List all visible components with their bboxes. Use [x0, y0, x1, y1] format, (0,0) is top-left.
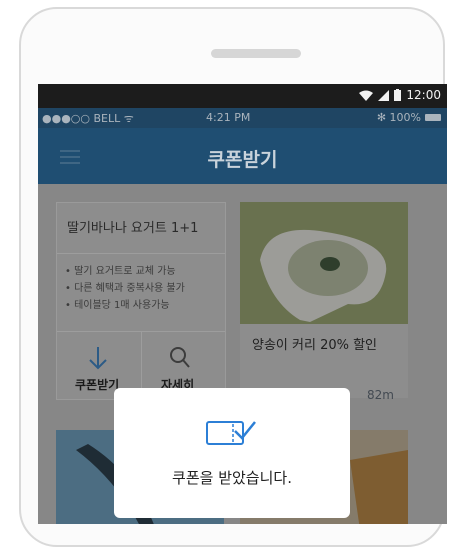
store-card[interactable]: 양송이 커리 20% 할인 82m: [240, 202, 408, 402]
battery-icon: [394, 89, 402, 101]
download-arrow-icon[interactable]: [89, 346, 107, 370]
search-icon[interactable]: [169, 346, 191, 370]
dialog-message: 쿠폰을 받았습니다.: [172, 469, 292, 487]
battery-mini-icon: [425, 114, 441, 121]
page-title: 쿠폰받기: [207, 149, 278, 171]
condition-item: • 테이블당 1매 사용가능: [65, 300, 170, 311]
app-bar: 쿠폰받기: [38, 128, 447, 184]
coupon-conditions: • 딸기 요거트로 교체 가능 • 다른 혜택과 중복사용 불가 • 테이블당 …: [65, 263, 185, 314]
coupon-card: 딸기바나나 요거트 1+1 • 딸기 요거트로 교체 가능 • 다른 혜택과 중…: [56, 202, 226, 400]
coupon-title: 딸기바나나 요거트 1+1: [67, 221, 199, 236]
distance-label: 82m: [367, 388, 394, 402]
ios-battery: ✻ 100%: [377, 111, 441, 124]
coupon-received-dialog: 쿠폰을 받았습니다.: [114, 388, 350, 518]
ios-status-bar: ●●●○○ BELL ᯤ 4:21 PM ✻ 100%: [38, 108, 447, 128]
divider: [57, 253, 225, 254]
wifi-icon: [359, 90, 374, 101]
android-clock: 12:00: [406, 88, 441, 102]
android-status-bar: 12:00: [38, 84, 447, 108]
signal-icon: [378, 89, 390, 101]
condition-item: • 딸기 요거트로 교체 가능: [65, 266, 176, 277]
condition-item: • 다른 혜택과 중복사용 불가: [65, 283, 185, 294]
speaker-grille: [211, 49, 301, 58]
store-title: 양송이 커리 20% 할인: [252, 338, 378, 353]
ios-clock: 4:21 PM: [206, 111, 251, 124]
get-coupon-button[interactable]: 쿠폰받기: [75, 376, 119, 393]
curry-dish-image: [240, 202, 408, 324]
carrier-label: ●●●○○ BELL ᯤ: [42, 112, 134, 125]
battery-percent: ✻ 100%: [376, 111, 421, 124]
coupon-check-icon: [206, 421, 256, 445]
